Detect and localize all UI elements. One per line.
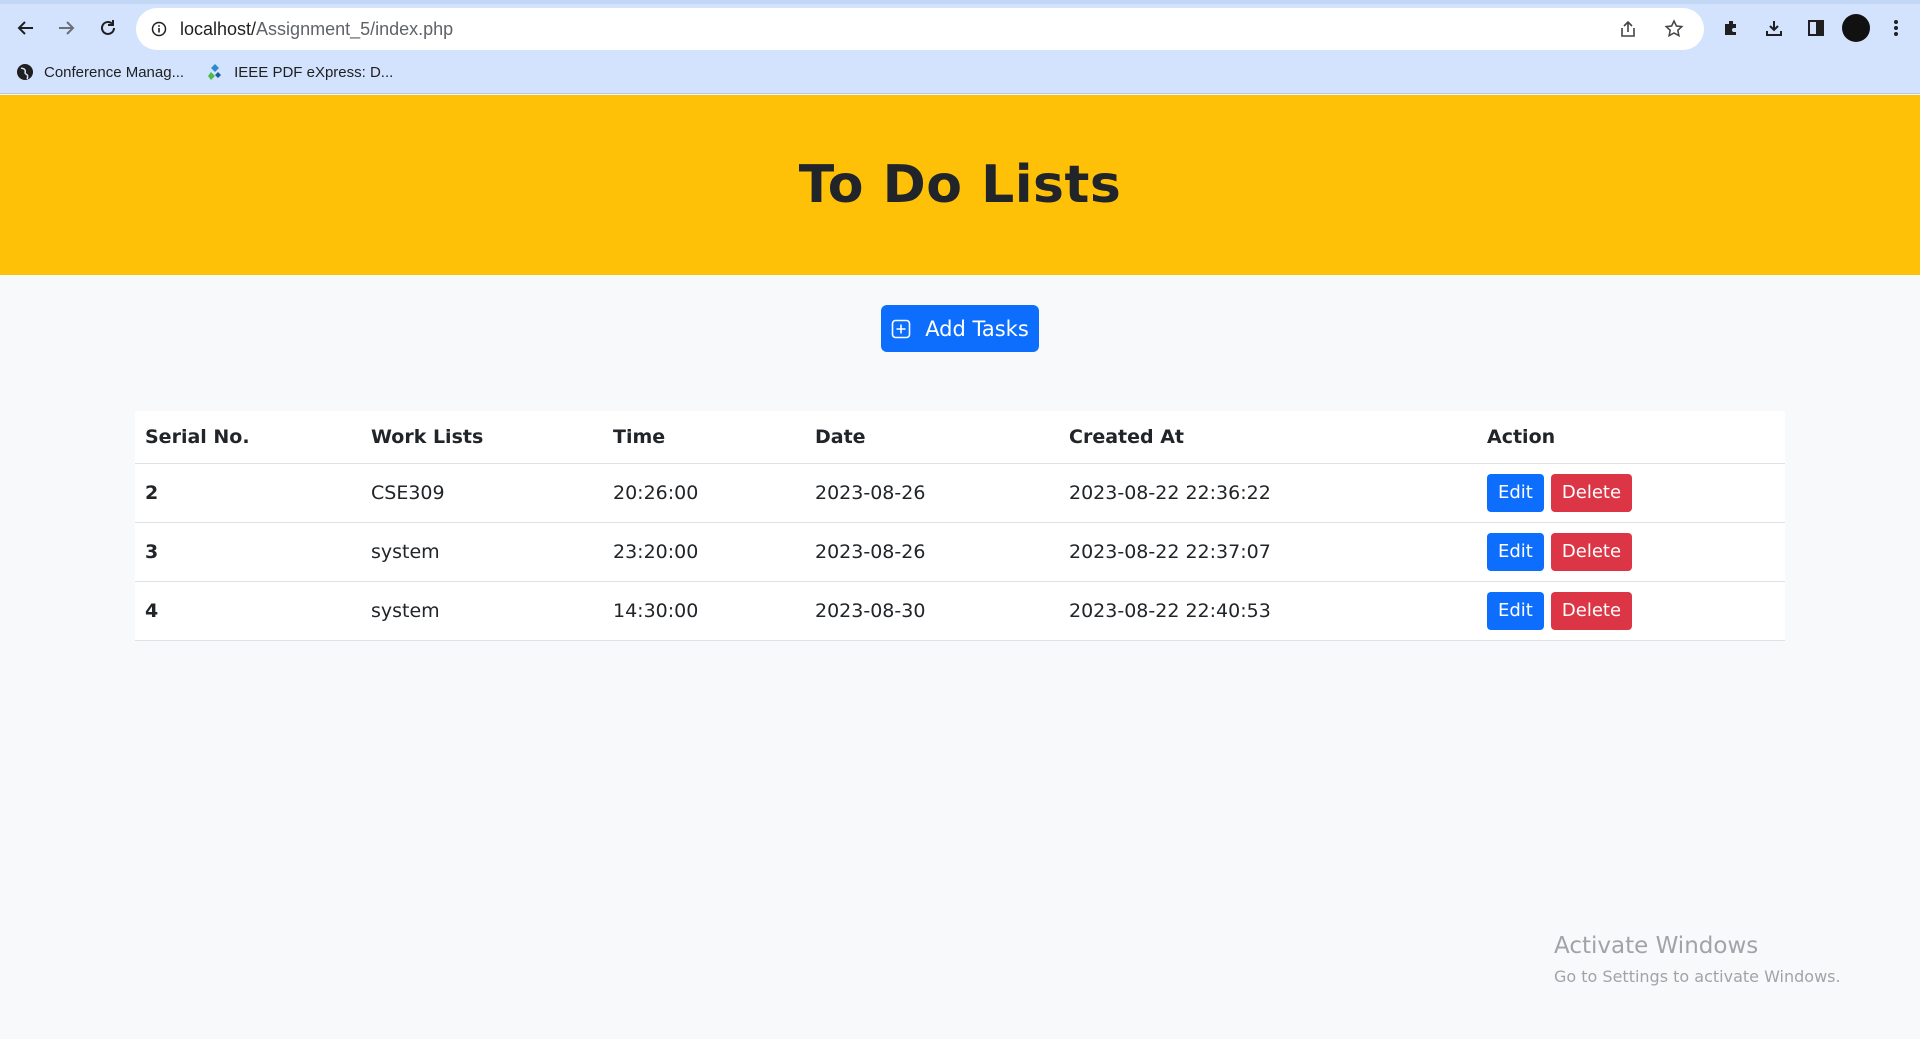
back-button[interactable] (10, 12, 42, 44)
page-title: To Do Lists (798, 155, 1122, 215)
delete-button[interactable]: Delete (1550, 591, 1633, 630)
table-row: 4 system 14:30:00 2023-08-30 2023-08-22 … (135, 581, 1785, 641)
url-text[interactable]: localhost/Assignment_5/index.php (180, 19, 453, 40)
bookmark-star-icon[interactable] (1662, 17, 1686, 41)
tasks-table: Serial No. Work Lists Time Date Created … (135, 411, 1785, 641)
column-header-time: Time (603, 411, 805, 464)
plus-square-icon (891, 319, 911, 339)
side-panel-icon[interactable] (1800, 12, 1832, 44)
delete-button[interactable]: Delete (1550, 532, 1633, 571)
download-icon[interactable] (1758, 12, 1790, 44)
tab-strip-edge (0, 0, 1920, 4)
watermark-subtitle: Go to Settings to activate Windows. (1554, 967, 1841, 986)
cell-created: 2023-08-22 22:40:53 (1059, 581, 1477, 641)
ieee-icon (206, 63, 224, 81)
table-header-row: Serial No. Work Lists Time Date Created … (135, 411, 1785, 464)
url-path: Assignment_5/index.php (256, 18, 454, 39)
globe-icon (16, 63, 34, 81)
delete-button[interactable]: Delete (1550, 473, 1633, 512)
cell-created: 2023-08-22 22:36:22 (1059, 463, 1477, 523)
reload-icon (101, 20, 115, 35)
edit-button[interactable]: Edit (1487, 532, 1544, 571)
url-host: localhost/ (180, 18, 257, 39)
edit-button[interactable]: Edit (1487, 591, 1544, 630)
table-row: 2 CSE309 20:26:00 2023-08-26 2023-08-22 … (135, 463, 1785, 523)
address-bar[interactable]: localhost/Assignment_5/index.php (136, 8, 1704, 50)
column-header-serial: Serial No. (135, 411, 361, 464)
cell-time: 23:20:00 (603, 522, 805, 582)
cell-work: system (361, 522, 603, 582)
cell-date: 2023-08-26 (805, 463, 1059, 523)
bookmark-label: Conference Manag... (44, 63, 185, 81)
cell-work: CSE309 (361, 463, 603, 523)
cell-action: Edit Delete (1477, 463, 1785, 523)
menu-kebab-icon[interactable] (1880, 12, 1912, 44)
cell-date: 2023-08-30 (805, 581, 1059, 641)
column-header-date: Date (805, 411, 1059, 464)
add-tasks-button[interactable]: Add Tasks (881, 305, 1039, 352)
site-info-icon[interactable] (150, 20, 168, 38)
watermark-title: Activate Windows (1554, 933, 1759, 959)
reload-button[interactable] (92, 12, 124, 44)
arrow-right-icon (59, 21, 75, 35)
bookmarks-bar: Conference Manag... IEEE PDF eXpress: D.… (16, 58, 393, 86)
table-row: 3 system 23:20:00 2023-08-26 2023-08-22 … (135, 522, 1785, 582)
column-header-action: Action (1477, 411, 1785, 464)
cell-date: 2023-08-26 (805, 522, 1059, 582)
cell-serial: 2 (135, 463, 361, 523)
cell-created: 2023-08-22 22:37:07 (1059, 522, 1477, 582)
cell-action: Edit Delete (1477, 522, 1785, 582)
bookmark-ieee[interactable]: IEEE PDF eXpress: D... (206, 58, 393, 86)
column-header-work: Work Lists (361, 411, 603, 464)
edit-button[interactable]: Edit (1487, 473, 1544, 512)
page-header: To Do Lists (0, 95, 1920, 275)
extensions-icon[interactable] (1716, 12, 1748, 44)
cell-action: Edit Delete (1477, 581, 1785, 641)
profile-avatar[interactable] (1842, 14, 1870, 42)
cell-serial: 3 (135, 522, 361, 582)
bookmark-conference[interactable]: Conference Manag... (16, 58, 184, 86)
arrow-left-icon (17, 21, 33, 35)
cell-serial: 4 (135, 581, 361, 641)
add-tasks-label: Add Tasks (925, 316, 1029, 341)
forward-button[interactable] (50, 12, 82, 44)
windows-activation-watermark: Activate Windows Go to Settings to activ… (1554, 933, 1841, 986)
cell-time: 14:30:00 (603, 581, 805, 641)
browser-chrome: localhost/Assignment_5/index.php Confere… (0, 0, 1920, 94)
column-header-created: Created At (1059, 411, 1477, 464)
cell-time: 20:26:00 (603, 463, 805, 523)
share-icon[interactable] (1616, 17, 1640, 41)
bookmark-label: IEEE PDF eXpress: D... (234, 63, 394, 81)
tasks-table-container: Serial No. Work Lists Time Date Created … (135, 411, 1785, 641)
cell-work: system (361, 581, 603, 641)
